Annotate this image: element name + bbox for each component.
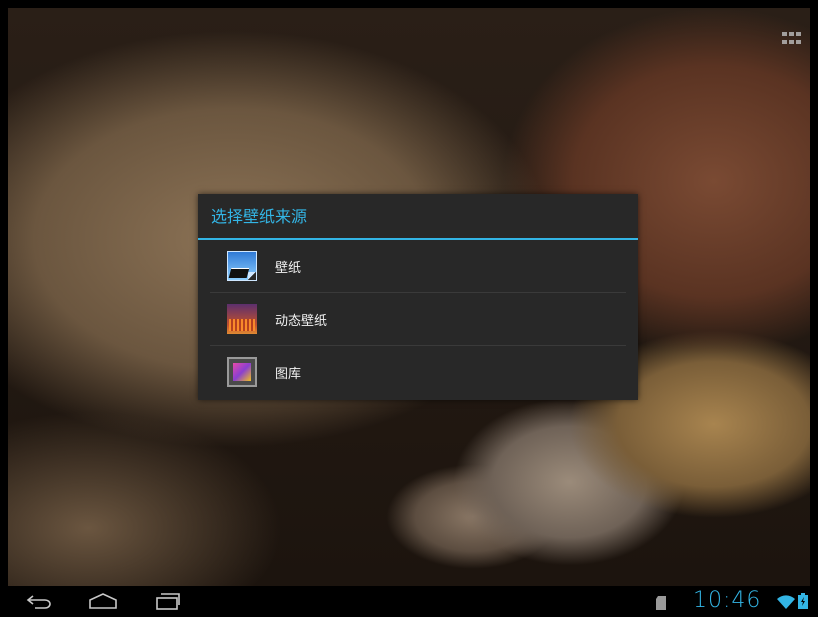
status-bar-clock: 10:46: [693, 588, 762, 613]
back-button[interactable]: [24, 590, 54, 612]
recent-apps-icon: [156, 593, 180, 610]
gallery-icon: [227, 357, 257, 387]
menu-item-gallery[interactable]: 图库: [198, 346, 638, 398]
home-button[interactable]: [88, 590, 118, 612]
live-wallpaper-icon: [227, 304, 257, 334]
back-icon: [26, 595, 51, 609]
wallpaper-icon: [227, 251, 257, 281]
android-screen: 选择壁纸来源 壁纸 动态壁纸 图库 10:46: [0, 0, 818, 617]
dialog-title: 选择壁纸来源: [198, 194, 638, 240]
menu-item-label: 动态壁纸: [275, 313, 328, 329]
menu-item-live-wallpaper[interactable]: 动态壁纸: [198, 293, 638, 345]
menu-item-label: 壁纸: [275, 260, 302, 276]
home-icon: [89, 593, 117, 609]
sd-card-icon: [656, 595, 666, 614]
wifi-icon: [777, 594, 795, 613]
recent-apps-button[interactable]: [152, 590, 182, 612]
all-apps-icon[interactable]: [782, 32, 802, 46]
system-navigation-bar: 10:46: [0, 586, 818, 617]
battery-icon: [798, 593, 808, 613]
menu-item-label: 图库: [275, 366, 302, 382]
menu-item-wallpaper[interactable]: 壁纸: [198, 240, 638, 292]
wallpaper-source-dialog: 选择壁纸来源 壁纸 动态壁纸 图库: [198, 194, 638, 400]
